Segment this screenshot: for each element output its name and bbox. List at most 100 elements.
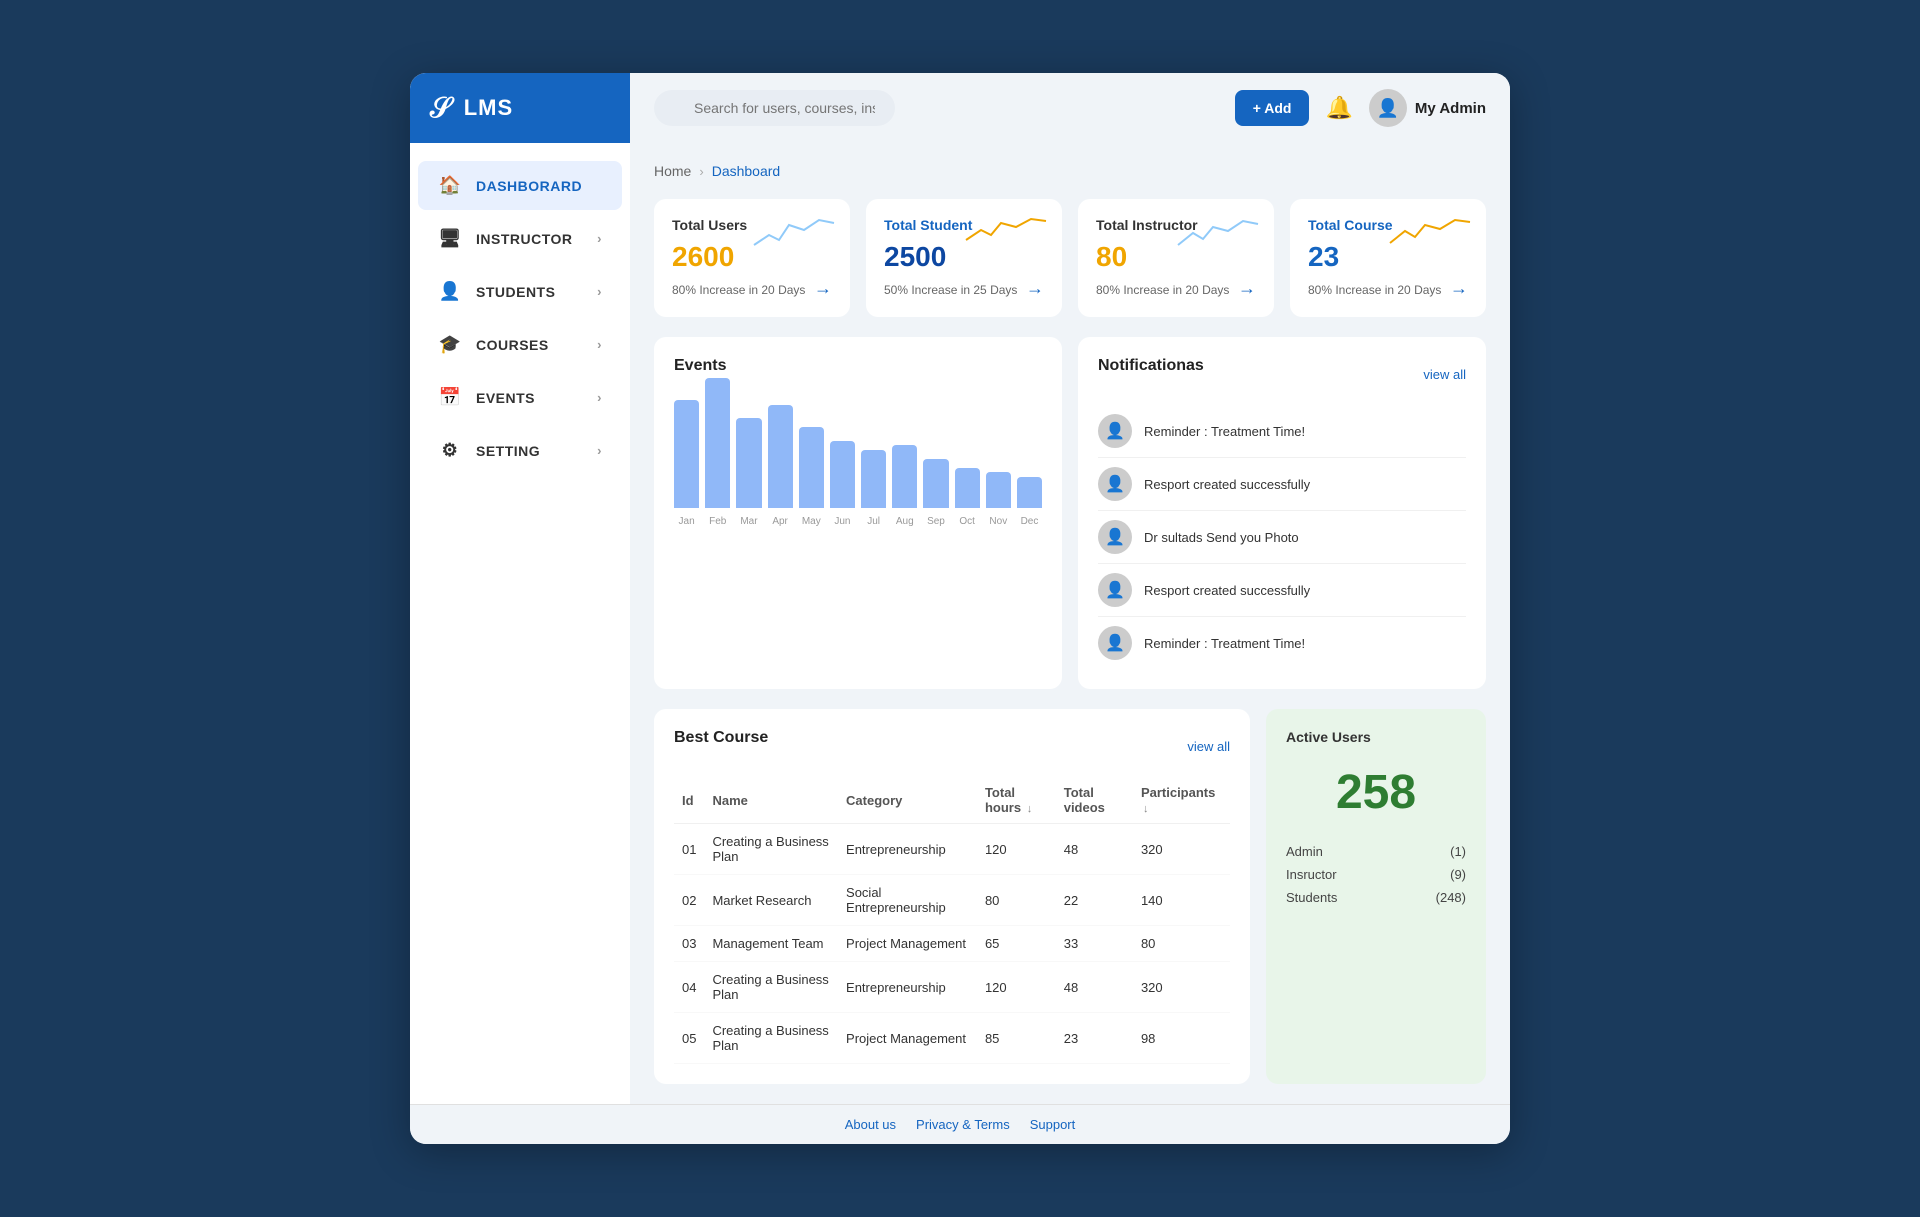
search-input[interactable] [654,90,895,126]
chevron-icon-2: › [597,284,602,299]
logo-text: LMS [464,95,513,121]
user-row: Admin (1) [1286,840,1466,863]
bar-label: Jun [834,516,850,527]
sidebar-item-dashboard[interactable]: 🏠 DASHBORARD [418,161,622,210]
stat-card-instructor: Total Instructor 80 80% Increase in 20 D… [1078,199,1274,317]
main-layout: 🏠 DASHBORARD 🖥 INSTRUCTOR › 👤 STUDENTS ›… [410,143,1510,1104]
bar [1017,477,1042,508]
cell-category: Social Entrepreneurship [838,875,977,926]
bar-label: Apr [772,516,788,527]
best-course-card: Best Course view all Id Name Category To… [654,709,1250,1084]
stat-card-users: Total Users 2600 80% Increase in 20 Days… [654,199,850,317]
sidebar-label-students: STUDENTS [476,284,555,300]
bar-label: May [802,516,821,527]
cell-category: Project Management [838,926,977,962]
stat-desc-course: 80% Increase in 20 Days [1308,281,1468,299]
stat-arrow-course[interactable]: → [1450,278,1468,299]
stat-desc-instructor: 80% Increase in 20 Days [1096,281,1256,299]
table-title: Best Course [674,729,768,747]
notif-item: 👤 Reminder : Treatment Time! [1098,617,1466,669]
stat-desc-users: 80% Increase in 20 Days [672,281,832,299]
cell-name: Creating a Business Plan [704,1013,838,1064]
bar-item: Dec [1017,477,1042,527]
chevron-icon-4: › [597,390,602,405]
notifications-card: Notificationas view all 👤 Reminder : Tre… [1078,337,1486,689]
bar-label: Dec [1021,516,1039,527]
students-icon: 👤 [438,281,462,302]
cell-id: 04 [674,962,704,1013]
bar [736,418,761,508]
sidebar-item-courses[interactable]: 🎓 COURSES › [418,320,622,369]
courses-icon: 🎓 [438,334,462,355]
bar-chart: JanFebMarAprMayJunJulAugSepOctNovDec [674,391,1042,551]
notif-avatar: 👤 [1098,520,1132,554]
sparkline-course [1390,215,1470,260]
courses-table: Id Name Category Total hours ↓ Total vid… [674,777,1230,1064]
bar [674,400,699,508]
notif-avatar: 👤 [1098,414,1132,448]
bar-item: Jan [674,400,699,527]
bar [892,445,917,508]
bar-item: Jun [830,441,855,527]
cell-videos: 48 [1056,824,1133,875]
cell-hours: 65 [977,926,1056,962]
events-title: Events [674,357,1042,375]
sparkline-students [966,215,1046,260]
footer-about[interactable]: About us [845,1117,896,1132]
chevron-icon-5: › [597,443,602,458]
stat-arrow-users[interactable]: → [814,278,832,299]
bar-item: Sep [923,459,948,527]
bar [923,459,948,508]
add-button[interactable]: + Add [1235,90,1310,126]
notif-item: 👤 Reminder : Treatment Time! [1098,405,1466,458]
cell-category: Project Management [838,1013,977,1064]
cell-participants: 98 [1133,1013,1230,1064]
cell-id: 05 [674,1013,704,1064]
table-row: 05 Creating a Business Plan Project Mana… [674,1013,1230,1064]
content-area: Home › Dashboard Total Users 2600 80% In… [630,143,1510,1104]
events-card: Events JanFebMarAprMayJunJulAugSepOctNov… [654,337,1062,689]
bar-item: Aug [892,445,917,527]
sidebar-item-instructor[interactable]: 🖥 INSTRUCTOR › [418,214,622,263]
notif-view-all[interactable]: view all [1423,367,1466,382]
notif-item: 👤 Resport created successfully [1098,564,1466,617]
notif-avatar: 👤 [1098,573,1132,607]
table-section: Best Course view all Id Name Category To… [654,709,1486,1084]
stat-desc-students: 50% Increase in 25 Days [884,281,1044,299]
stat-arrow-students[interactable]: → [1026,278,1044,299]
col-name: Name [704,777,838,824]
sidebar-item-students[interactable]: 👤 STUDENTS › [418,267,622,316]
active-users-count: 258 [1336,765,1416,820]
table-view-all[interactable]: view all [1187,739,1230,754]
table-row: 04 Creating a Business Plan Entrepreneur… [674,962,1230,1013]
bar-item: Nov [986,472,1011,527]
sidebar-item-events[interactable]: 📅 EVENTS › [418,373,622,422]
bar [830,441,855,508]
sidebar-label-events: EVENTS [476,390,535,406]
bar-label: Jan [679,516,695,527]
instructor-icon: 🖥 [438,228,462,249]
user-breakdown: Admin (1) Insructor (9) Students (248) [1286,840,1466,909]
sidebar-label-dashboard: DASHBORARD [476,178,582,194]
chevron-icon: › [597,231,602,246]
avatar-wrap[interactable]: 👤 My Admin [1369,89,1486,127]
bar [986,472,1011,508]
table-head: Id Name Category Total hours ↓ Total vid… [674,777,1230,824]
bell-icon[interactable]: 🔔 [1325,95,1352,121]
bottom-section: Events JanFebMarAprMayJunJulAugSepOctNov… [654,337,1486,689]
breadcrumb-home[interactable]: Home [654,163,691,179]
table-header-row: Id Name Category Total hours ↓ Total vid… [674,777,1230,824]
footer-support[interactable]: Support [1030,1117,1076,1132]
footer-privacy[interactable]: Privacy & Terms [916,1117,1010,1132]
bar [768,405,793,508]
stat-arrow-instructor[interactable]: → [1238,278,1256,299]
breadcrumb-chevron: › [699,164,703,179]
sidebar-item-setting[interactable]: ⚙ SETTING › [418,426,622,475]
active-users-title: Active Users [1286,729,1371,745]
logo-icon: 𝒮 [430,92,452,125]
bar-item: Mar [736,418,761,527]
cell-participants: 80 [1133,926,1230,962]
bar-label: Aug [896,516,914,527]
bar [705,378,730,508]
stat-card-course: Total Course 23 80% Increase in 20 Days … [1290,199,1486,317]
